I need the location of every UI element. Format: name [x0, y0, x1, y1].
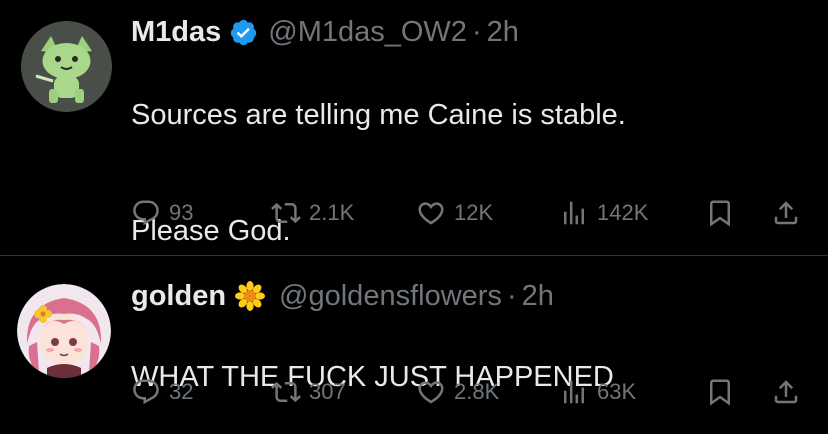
repost-button[interactable]: 2.1K — [271, 196, 354, 230]
tweet-text: Sources are telling me Caine is stable. … — [131, 58, 626, 288]
like-button[interactable]: 2.8K — [416, 375, 499, 409]
views-chart-icon — [564, 201, 584, 225]
like-count: 2.8K — [454, 379, 500, 404]
tweet-header: golden @goldensflowers · 2h — [131, 279, 554, 313]
tweet-text-line: Sources are telling me Caine is stable. — [131, 99, 626, 131]
display-name[interactable]: M1das — [131, 15, 221, 49]
share-icon — [774, 201, 798, 225]
action-bar: 93 2.1K 12K 142K — [131, 196, 811, 230]
avatar[interactable] — [17, 284, 111, 378]
user-handle[interactable]: @M1das_OW2 — [268, 15, 467, 49]
heart-icon — [418, 202, 444, 225]
action-bar: 32 307 2.8K 63K — [131, 375, 811, 409]
user-handle[interactable]: @goldensflowers — [279, 279, 502, 313]
reply-button[interactable]: 93 — [131, 196, 193, 230]
views-chart-icon — [564, 380, 584, 404]
bookmark-button[interactable] — [705, 196, 735, 230]
repost-count: 307 — [309, 379, 346, 404]
bookmark-icon — [710, 379, 730, 406]
separator-dot: · — [506, 280, 517, 312]
reply-count: 32 — [169, 379, 194, 404]
repost-icon — [271, 202, 301, 224]
separator-dot: · — [471, 16, 482, 48]
timestamp[interactable]: 2h — [522, 279, 554, 313]
tweet-header: M1das @M1das_OW2 · 2h — [131, 15, 519, 49]
avatar[interactable] — [21, 21, 112, 112]
reply-icon — [133, 379, 159, 405]
display-name[interactable]: golden — [131, 279, 226, 313]
heart-icon — [418, 381, 444, 404]
repost-count: 2.1K — [309, 200, 355, 225]
repost-icon — [271, 381, 301, 403]
share-button[interactable] — [771, 196, 801, 230]
reply-button[interactable]: 32 — [131, 375, 193, 409]
reply-icon — [133, 200, 159, 226]
bookmark-icon — [710, 200, 730, 227]
reply-count: 93 — [169, 200, 194, 225]
views-button[interactable]: 142K — [559, 196, 648, 230]
tweet[interactable]: M1das @M1das_OW2 · 2h Sources are tellin… — [0, 0, 828, 255]
views-count: 142K — [597, 200, 649, 225]
repost-button[interactable]: 307 — [271, 375, 346, 409]
sunflower-icon — [235, 281, 266, 311]
verified-badge-icon — [229, 18, 258, 47]
like-count: 12K — [454, 200, 494, 225]
views-button[interactable]: 63K — [559, 375, 636, 409]
tweet[interactable]: golden @goldensflowers · 2h WHAT THE FUC… — [0, 256, 828, 433]
bookmark-button[interactable] — [705, 375, 735, 409]
share-icon — [774, 380, 798, 404]
timestamp[interactable]: 2h — [487, 15, 519, 49]
share-button[interactable] — [771, 375, 801, 409]
views-count: 63K — [597, 379, 637, 404]
like-button[interactable]: 12K — [416, 196, 493, 230]
